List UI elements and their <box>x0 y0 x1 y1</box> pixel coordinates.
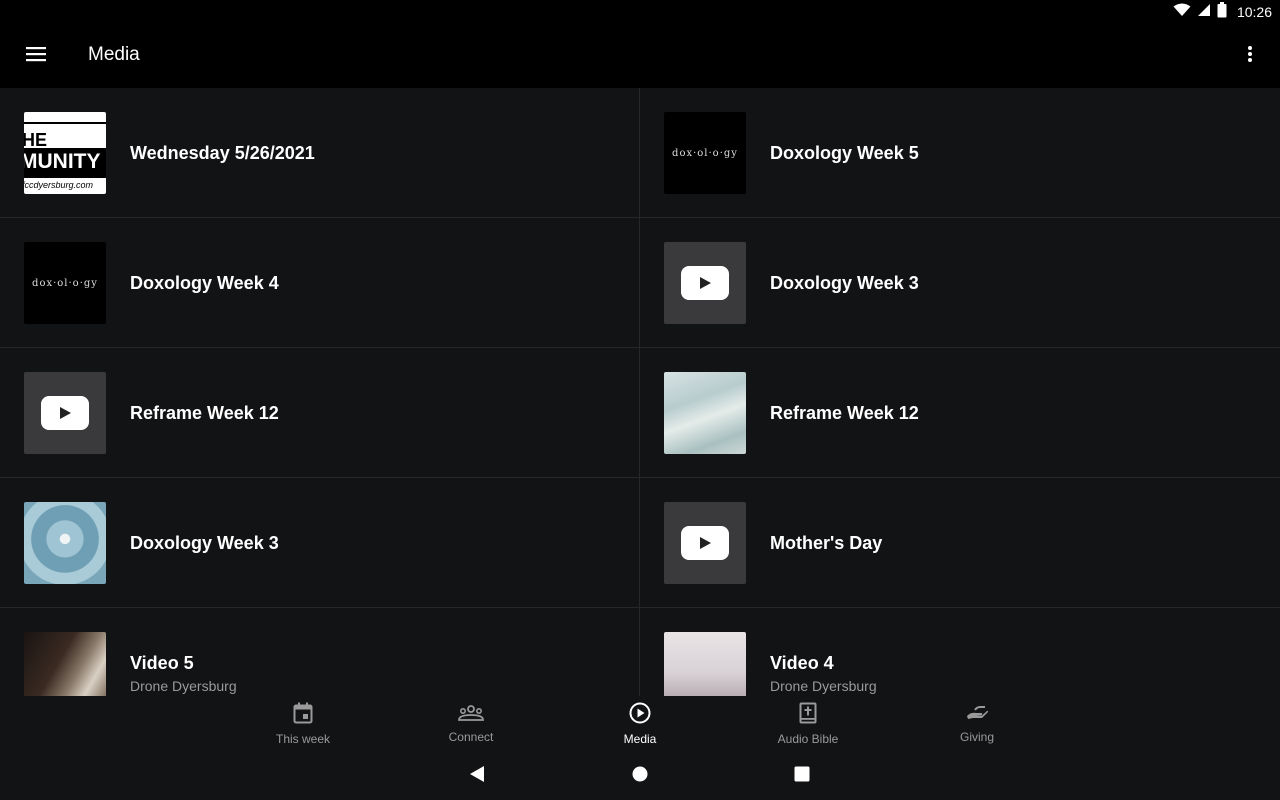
recents-square-icon <box>794 766 810 787</box>
youtube-play-icon <box>41 396 89 430</box>
system-navigation-bar <box>0 752 1280 800</box>
status-time: 10:26 <box>1236 4 1272 20</box>
battery-icon <box>1217 1 1227 23</box>
media-item-subtitle: Drone Dyersburg <box>130 677 237 694</box>
desk-photo-thumbnail <box>24 632 106 696</box>
media-list-item[interactable]: Doxology Week 3 <box>640 218 1280 348</box>
media-list-item[interactable]: Video 4 Drone Dyersburg <box>640 608 1280 696</box>
doxology-thumbnail: dox·ol·o·gy <box>24 242 106 324</box>
thumbnail-text: MUNITY <box>24 150 101 173</box>
nav-label: This week <box>275 732 331 746</box>
media-item-text: Doxology Week 3 <box>770 218 919 348</box>
media-list-item[interactable]: Mother's Day <box>640 478 1280 608</box>
succulent-photo-thumbnail <box>24 502 106 584</box>
calendar-icon <box>293 702 313 729</box>
page-title: Media <box>88 44 140 65</box>
nav-label: Connect <box>448 730 494 744</box>
media-item-title: Doxology Week 3 <box>130 532 279 553</box>
nav-connect[interactable]: Connect <box>411 696 531 752</box>
home-button[interactable] <box>628 764 652 788</box>
media-item-text: Mother's Day <box>770 478 882 608</box>
youtube-play-icon <box>681 526 729 560</box>
media-item-text: Video 5 Drone Dyersburg <box>130 608 237 696</box>
giving-hand-icon <box>965 704 989 727</box>
media-list-item[interactable]: Video 5 Drone Dyersburg <box>0 608 640 696</box>
media-list-item[interactable]: Reframe Week 12 <box>0 348 640 478</box>
nav-label: Audio Bible <box>777 732 839 746</box>
media-list[interactable]: HE MUNITY fccdyersburg.com Wednesday 5/26/2… <box>0 88 1280 696</box>
media-item-text: Doxology Week 4 <box>130 218 279 348</box>
doxology-thumbnail: dox·ol·o·gy <box>664 112 746 194</box>
media-list-item[interactable]: Doxology Week 3 <box>0 478 640 608</box>
media-item-text: Doxology Week 3 <box>130 478 279 608</box>
app-bar: Media <box>0 24 1280 88</box>
status-bar: 10:26 <box>0 0 1280 24</box>
media-item-text: Wednesday 5/26/2021 <box>130 88 315 218</box>
home-circle-icon <box>632 766 648 787</box>
nav-this-week[interactable]: This week <box>243 696 363 752</box>
media-list-item[interactable]: dox·ol·o·gy Doxology Week 5 <box>640 88 1280 218</box>
nav-giving[interactable]: Giving <box>917 696 1037 752</box>
thumbnail-text: HE <box>24 130 48 150</box>
community-logo-thumbnail: HE MUNITY fccdyersburg.com <box>24 112 106 194</box>
people-icon <box>458 704 484 727</box>
more-vert-icon <box>1248 45 1252 67</box>
media-item-title: Reframe Week 12 <box>130 402 279 423</box>
nav-audio-bible[interactable]: Audio Bible <box>748 696 868 752</box>
media-item-title: Reframe Week 12 <box>770 402 919 423</box>
menu-button[interactable] <box>16 36 56 76</box>
bottom-navigation: This week Connect Media Audio Bible Givi… <box>0 696 1280 752</box>
media-item-title: Doxology Week 4 <box>130 272 279 293</box>
media-item-title: Doxology Week 5 <box>770 142 919 163</box>
media-list-item[interactable]: Reframe Week 12 <box>640 348 1280 478</box>
play-circle-icon <box>629 702 651 729</box>
media-item-title: Video 4 <box>770 652 834 673</box>
media-item-text: Doxology Week 5 <box>770 88 919 218</box>
water-photo-thumbnail <box>664 372 746 454</box>
sky-photo-thumbnail <box>664 632 746 696</box>
nav-label: Giving <box>959 730 994 744</box>
cell-signal-icon <box>1197 3 1211 22</box>
nav-label: Media <box>623 732 657 746</box>
recents-button[interactable] <box>790 764 814 788</box>
video-thumbnail <box>664 242 746 324</box>
back-button[interactable] <box>465 764 489 788</box>
media-list-item[interactable]: HE MUNITY fccdyersburg.com Wednesday 5/26/2… <box>0 88 640 218</box>
media-item-title: Wednesday 5/26/2021 <box>130 142 315 163</box>
hamburger-menu-icon <box>26 46 46 67</box>
media-item-text: Reframe Week 12 <box>770 348 919 478</box>
thumbnail-text: fccdyersburg.com <box>24 180 94 190</box>
youtube-play-icon <box>681 266 729 300</box>
thumbnail-text: dox·ol·o·gy <box>672 147 738 159</box>
overflow-menu-button[interactable] <box>1234 36 1266 76</box>
media-item-text: Video 4 Drone Dyersburg <box>770 608 877 696</box>
media-item-title: Doxology Week 3 <box>770 272 919 293</box>
bible-icon <box>799 702 817 729</box>
video-thumbnail <box>664 502 746 584</box>
media-item-subtitle: Drone Dyersburg <box>770 677 877 694</box>
wifi-icon <box>1173 3 1191 22</box>
media-item-title: Mother's Day <box>770 532 883 553</box>
media-item-text: Reframe Week 12 <box>130 348 279 478</box>
nav-media[interactable]: Media <box>580 696 700 752</box>
media-item-title: Video 5 <box>130 652 194 673</box>
media-list-item[interactable]: dox·ol·o·gy Doxology Week 4 <box>0 218 640 348</box>
back-triangle-icon <box>469 765 485 788</box>
video-thumbnail <box>24 372 106 454</box>
thumbnail-text: dox·ol·o·gy <box>32 277 98 289</box>
